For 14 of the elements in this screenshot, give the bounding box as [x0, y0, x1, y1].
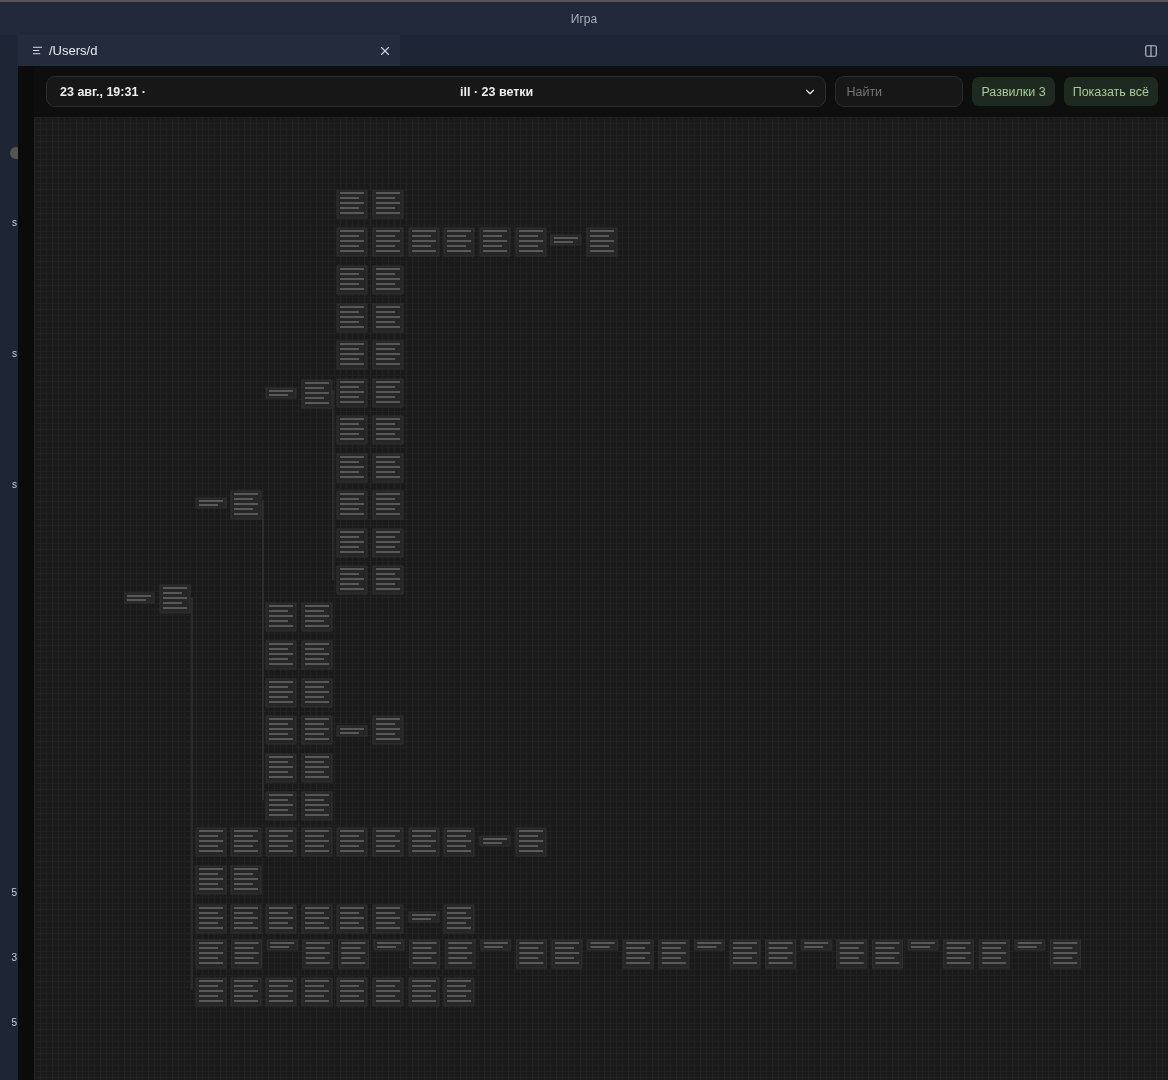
sidebar-fragment: s — [12, 217, 18, 229]
search-field[interactable]: Найти — [835, 76, 964, 107]
sidebar-fragment: 3 — [11, 952, 18, 964]
sidebar-fragment: 5 — [11, 1017, 18, 1029]
sidebar-fragment: 5 — [11, 887, 18, 899]
lines-icon — [32, 45, 43, 56]
sidebar-fragment: s — [12, 479, 18, 491]
split-view-icon[interactable] — [1144, 43, 1158, 58]
session-dropdown[interactable]: 23 авг., 19:31 · ill · 23 ветки — [46, 76, 827, 107]
toolbar-button[interactable]: Развилки 3 — [972, 77, 1055, 106]
window-title: Игра — [570, 11, 598, 26]
sidebar-fragment: s — [12, 348, 18, 360]
toolbar-button[interactable]: Показать всё — [1063, 77, 1158, 106]
file-tab[interactable]: /Users/d — [18, 35, 400, 66]
